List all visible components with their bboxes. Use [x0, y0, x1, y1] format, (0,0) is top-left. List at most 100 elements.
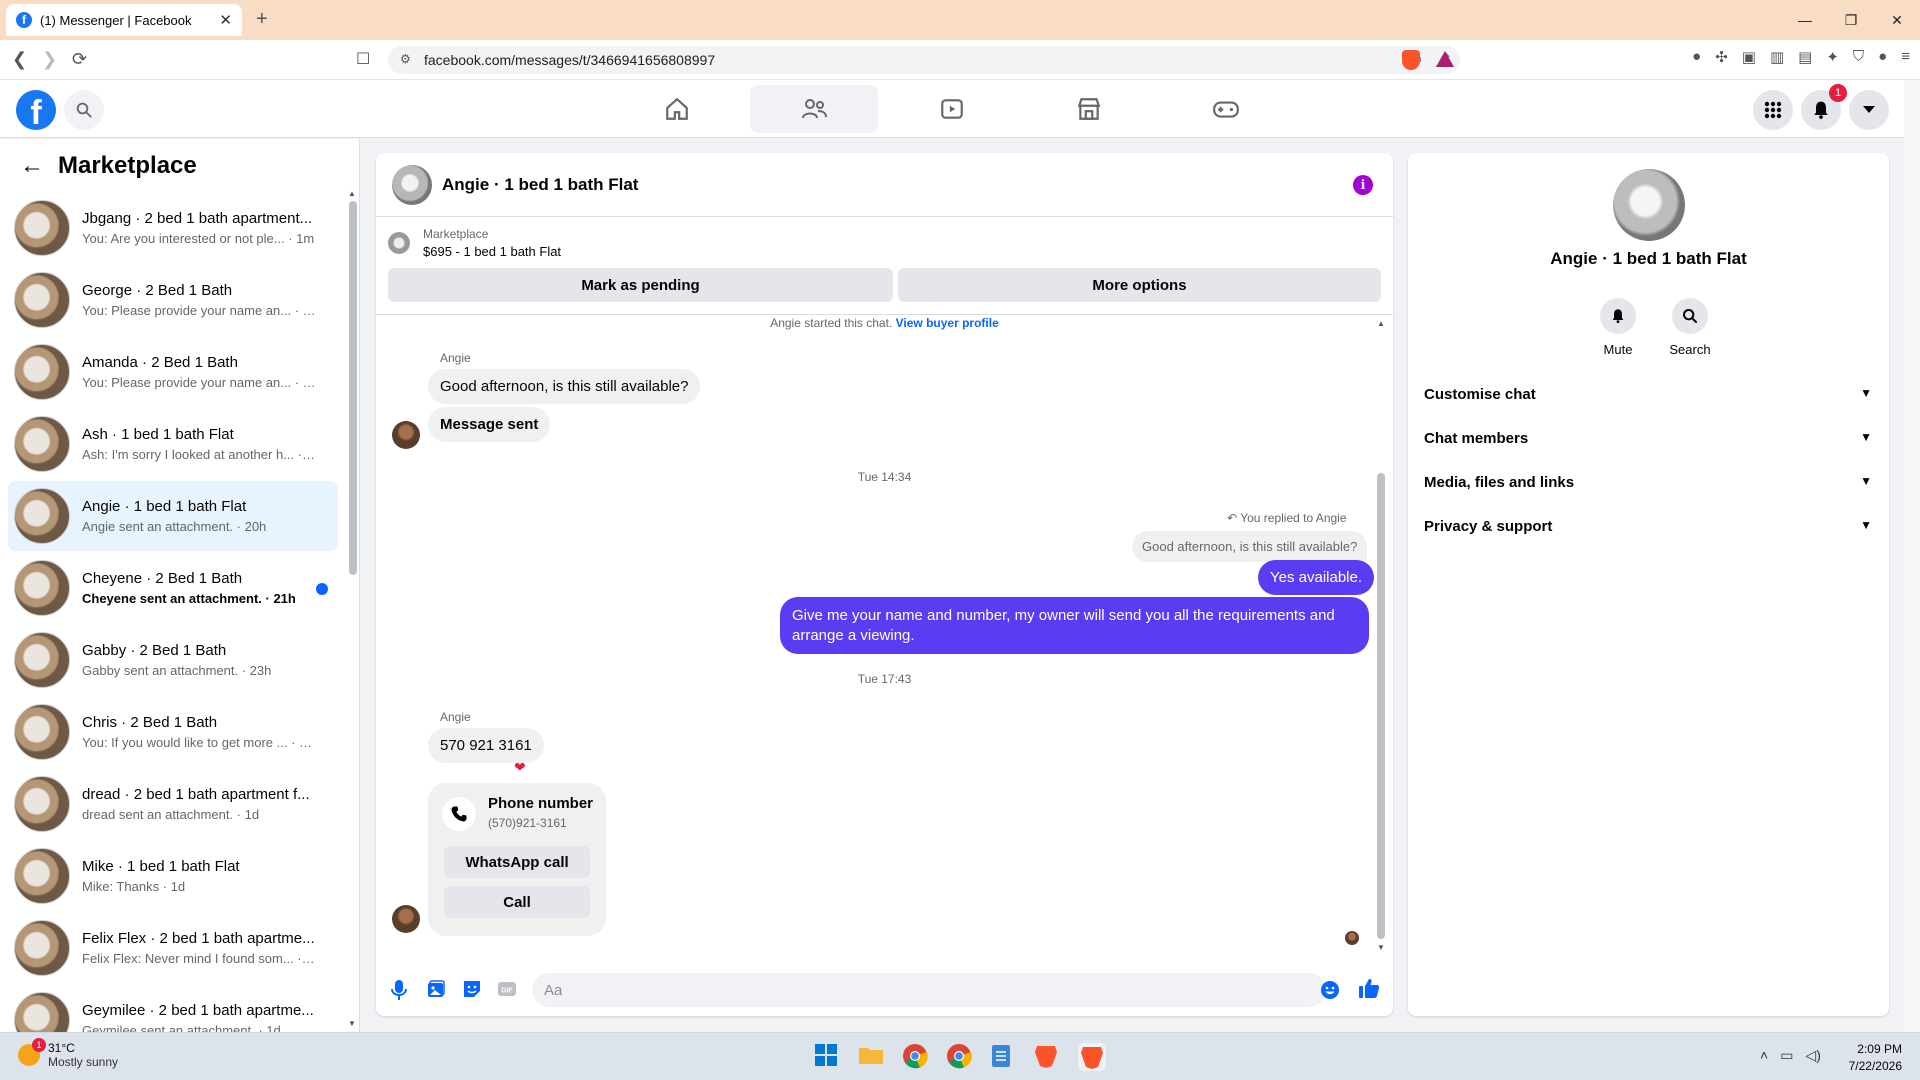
- conversation-item[interactable]: Chris · 2 Bed 1 Bath You: If you would li…: [8, 697, 338, 767]
- search-conversation-button[interactable]: Search: [1660, 298, 1720, 357]
- conversation-item[interactable]: dread · 2 bed 1 bath apartment f... dread…: [8, 769, 338, 839]
- taskbar-clock[interactable]: 2:09 PM 7/22/2026: [1840, 1042, 1902, 1073]
- chat-scroll-up-icon[interactable]: ▲: [1377, 319, 1385, 328]
- sidebar-toggle-icon[interactable]: ▥: [1770, 48, 1784, 66]
- message-input[interactable]: Aa: [532, 973, 1326, 1007]
- sticker-icon[interactable]: [462, 979, 482, 999]
- notepad-icon[interactable]: [990, 1043, 1018, 1071]
- tab-close-icon[interactable]: ✕: [219, 11, 232, 29]
- gaming-icon[interactable]: [1162, 85, 1290, 133]
- scroll-down-icon[interactable]: ▼: [348, 1019, 356, 1028]
- outgoing-message[interactable]: Yes available.: [1258, 560, 1375, 595]
- friends-icon[interactable]: [750, 85, 878, 133]
- brave-browser-icon[interactable]: [1034, 1043, 1062, 1071]
- chat-title[interactable]: Angie · 1 bed 1 bath Flat: [442, 175, 638, 195]
- conversation-item[interactable]: Ash · 1 bed 1 bath Flat Ash: I'm sorry I …: [8, 409, 338, 479]
- whatsapp-call-button[interactable]: WhatsApp call: [444, 846, 590, 878]
- windows-start-icon[interactable]: [814, 1043, 842, 1071]
- mute-button[interactable]: Mute: [1588, 298, 1648, 357]
- thumbs-up-icon[interactable]: [1358, 977, 1380, 999]
- tab-search-icon[interactable]: ▣: [1742, 48, 1756, 66]
- chat-scroll-down-icon[interactable]: ▼: [1377, 943, 1385, 952]
- heart-reaction-icon[interactable]: ❤: [514, 759, 526, 776]
- microphone-icon[interactable]: [390, 979, 408, 1001]
- emoji-icon[interactable]: [1320, 980, 1340, 1000]
- close-window-icon[interactable]: ✕: [1874, 0, 1920, 40]
- outgoing-message[interactable]: Give me your name and number, my owner w…: [780, 597, 1369, 654]
- network-icon[interactable]: ▭: [1780, 1047, 1793, 1064]
- site-settings-icon[interactable]: ⚙: [400, 52, 411, 66]
- conversation-preview: You: Please provide your name an... · 1m: [82, 303, 317, 318]
- url-field[interactable]: ⚙ facebook.com/messages/t/34669416568089…: [388, 46, 1460, 74]
- info-icon[interactable]: i: [1353, 175, 1373, 195]
- incoming-message[interactable]: Good afternoon, is this still available?: [428, 369, 701, 404]
- conversation-item[interactable]: Felix Flex · 2 bed 1 bath apartme... Feli…: [8, 913, 338, 983]
- conversation-item[interactable]: Angie · 1 bed 1 bath Flat Angie sent an a…: [8, 481, 338, 551]
- photo-icon[interactable]: [426, 979, 446, 999]
- contact-avatar[interactable]: [1613, 169, 1685, 241]
- page-scrollbar[interactable]: [1904, 80, 1920, 1032]
- reload-icon[interactable]: ⟳: [72, 49, 87, 70]
- chrome-profile-icon[interactable]: [946, 1043, 974, 1071]
- maximize-icon[interactable]: ❐: [1828, 0, 1874, 40]
- info-section-toggle[interactable]: Media, files and links ▼: [1424, 474, 1872, 491]
- extension-badge-icon[interactable]: ●: [1692, 48, 1701, 66]
- sidebar-scrollbar[interactable]: [349, 201, 357, 575]
- new-tab-button[interactable]: +: [256, 8, 268, 31]
- listing-summary[interactable]: Marketplace $695 - 1 bed 1 bath Flat: [388, 227, 561, 259]
- vpn-icon[interactable]: ⛉: [1853, 48, 1864, 66]
- browser-tab[interactable]: f (1) Messenger | Facebook ✕: [6, 4, 242, 36]
- info-section-toggle[interactable]: Customise chat ▼: [1424, 386, 1872, 403]
- conversation-item[interactable]: George · 2 Bed 1 Bath You: Please provide…: [8, 265, 338, 335]
- home-icon[interactable]: [613, 85, 741, 133]
- leo-icon[interactable]: ✦: [1826, 48, 1839, 66]
- facebook-logo-icon[interactable]: f: [16, 90, 56, 130]
- video-icon[interactable]: [888, 85, 1016, 133]
- call-button[interactable]: Call: [444, 886, 590, 918]
- reply-indicator: ↶ You replied to Angie: [1227, 511, 1347, 525]
- weather-widget[interactable]: 1 31°C Mostly sunny: [18, 1038, 118, 1069]
- bookmark-icon[interactable]: ☐: [356, 49, 370, 69]
- wallet-icon[interactable]: ▤: [1798, 48, 1812, 66]
- listing-name: $695 - 1 bed 1 bath Flat: [423, 244, 562, 259]
- scroll-up-icon[interactable]: ▲: [348, 189, 356, 198]
- brave-shields-icon[interactable]: [1402, 50, 1420, 70]
- more-options-button[interactable]: More options: [898, 268, 1381, 302]
- profile-icon[interactable]: ●: [1878, 48, 1887, 66]
- back-arrow-icon[interactable]: ←: [20, 152, 44, 180]
- sender-avatar[interactable]: [392, 421, 420, 449]
- volume-icon[interactable]: ◁): [1805, 1047, 1820, 1064]
- menu-grid-icon[interactable]: [1753, 90, 1793, 130]
- conversation-item[interactable]: Mike · 1 bed 1 bath Flat Mike: Thanks · 1…: [8, 841, 338, 911]
- incoming-message[interactable]: Message sent: [428, 407, 551, 442]
- sender-avatar[interactable]: [392, 905, 420, 933]
- quoted-message[interactable]: Good afternoon, is this still available?: [1132, 531, 1368, 562]
- conversation-item[interactable]: Cheyene · 2 Bed 1 Bath Cheyene sent an at…: [8, 553, 338, 623]
- gif-icon[interactable]: GIF: [497, 979, 517, 999]
- conversation-avatar: [14, 776, 70, 832]
- info-section-label: Chat members: [1424, 430, 1529, 447]
- back-icon[interactable]: ❮: [12, 49, 27, 70]
- incoming-message[interactable]: 570 921 3161: [428, 728, 544, 763]
- chat-scrollbar[interactable]: [1377, 473, 1385, 939]
- conversation-item[interactable]: Jbgang · 2 bed 1 bath apartment... You: A…: [8, 193, 338, 263]
- file-explorer-icon[interactable]: [858, 1043, 886, 1071]
- conversation-item[interactable]: Gabby · 2 Bed 1 Bath Gabby sent an attach…: [8, 625, 338, 695]
- minimize-icon[interactable]: —: [1782, 0, 1828, 40]
- forward-icon[interactable]: ❯: [42, 49, 57, 70]
- brave-rewards-icon[interactable]: [1436, 51, 1454, 67]
- chat-avatar[interactable]: [392, 164, 432, 205]
- account-chevron-down-icon[interactable]: [1849, 90, 1889, 130]
- view-buyer-profile-link[interactable]: View buyer profile: [896, 316, 999, 330]
- info-section-toggle[interactable]: Chat members ▼: [1424, 430, 1872, 447]
- menu-icon[interactable]: ≡: [1901, 48, 1910, 66]
- info-section-toggle[interactable]: Privacy & support ▼: [1424, 518, 1872, 535]
- brave-browser-active-icon[interactable]: [1078, 1043, 1106, 1071]
- conversation-item[interactable]: Amanda · 2 Bed 1 Bath You: Please provide…: [8, 337, 338, 407]
- tray-chevron-icon[interactable]: ˄: [1760, 1047, 1768, 1064]
- chrome-icon[interactable]: [902, 1043, 930, 1071]
- search-icon[interactable]: [64, 90, 104, 130]
- mark-pending-button[interactable]: Mark as pending: [388, 268, 893, 302]
- extensions-puzzle-icon[interactable]: ✣: [1715, 48, 1728, 66]
- marketplace-icon[interactable]: [1025, 85, 1153, 133]
